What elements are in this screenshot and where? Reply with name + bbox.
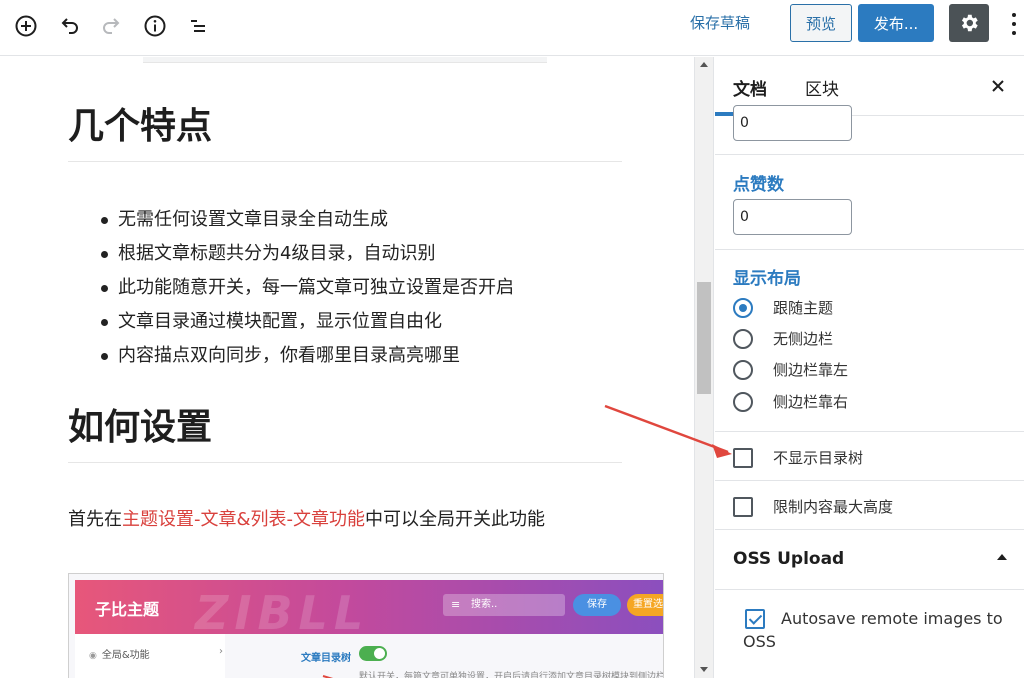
checkbox[interactable] bbox=[733, 447, 753, 468]
paragraph-prefix: 首先在 bbox=[68, 509, 122, 530]
divider bbox=[715, 154, 1024, 155]
checkbox-limit-height[interactable]: 限制内容最大高度 bbox=[733, 496, 893, 517]
previous-block-edge bbox=[143, 57, 547, 63]
number-field-top[interactable] bbox=[733, 105, 852, 141]
editor-canvas: 几个特点 无需任何设置文章目录全自动生成 根据文章标题共分为4级目录，自动识别 … bbox=[0, 57, 694, 678]
radio-sidebar-left[interactable]: 侧边栏靠左 bbox=[733, 359, 848, 380]
divider bbox=[715, 431, 1024, 432]
settings-sidebar: 文档 区块 点赞数 显示布局 跟随主题 无侧边栏 侧边栏靠左 侧边栏靠右 不显示… bbox=[715, 57, 1024, 678]
screenshot-toggle bbox=[359, 646, 387, 661]
list-item: 无需任何设置文章目录全自动生成 bbox=[101, 203, 514, 237]
tab-document[interactable]: 文档 bbox=[733, 75, 767, 100]
list-item: 文章目录通过模块配置，显示位置自由化 bbox=[101, 305, 514, 339]
chevron-up-icon[interactable] bbox=[997, 554, 1007, 560]
radio-label: 侧边栏靠右 bbox=[773, 393, 849, 411]
embedded-screenshot-image[interactable]: ZIBLL 子比主题 搜索.. 保存 重置选 全局&功能 › 文章目录树 默认开… bbox=[68, 573, 664, 678]
radio-sidebar-right[interactable]: 侧边栏靠右 bbox=[733, 391, 848, 412]
close-icon[interactable] bbox=[991, 73, 1011, 97]
autosave-label: Autosave remote images to OSS bbox=[743, 609, 1003, 651]
preview-button[interactable]: 预览 bbox=[790, 4, 852, 42]
gear-icon bbox=[961, 14, 978, 32]
checkbox[interactable] bbox=[733, 496, 753, 517]
divider bbox=[715, 480, 1024, 481]
settings-path-link[interactable]: 主题设置-文章&列表-文章功能 bbox=[122, 509, 365, 530]
features-list[interactable]: 无需任何设置文章目录全自动生成 根据文章标题共分为4级目录，自动识别 此功能随意… bbox=[101, 203, 514, 373]
more-options-button[interactable] bbox=[1006, 10, 1022, 38]
list-view-icon[interactable] bbox=[184, 12, 212, 40]
publish-button[interactable]: 发布... bbox=[858, 4, 934, 42]
scroll-down-icon[interactable] bbox=[700, 667, 708, 672]
screenshot-title: 子比主题 bbox=[95, 600, 160, 619]
setup-paragraph[interactable]: 首先在主题设置-文章&列表-文章功能中可以全局开关此功能 bbox=[68, 505, 545, 531]
heading-how-to-set[interactable]: 如何设置 bbox=[68, 406, 622, 463]
screenshot-reset-button: 重置选 bbox=[627, 594, 663, 616]
likes-label: 点赞数 bbox=[733, 175, 784, 195]
radio-label: 侧边栏靠左 bbox=[773, 361, 849, 379]
plus-circle-icon[interactable] bbox=[12, 12, 40, 40]
chevron-right-icon: › bbox=[219, 646, 223, 657]
info-icon[interactable] bbox=[141, 12, 169, 40]
paragraph-suffix: 中可以全局开关此功能 bbox=[365, 509, 546, 530]
checkbox-label: 限制内容最大高度 bbox=[773, 498, 894, 516]
screenshot-banner: ZIBLL 子比主题 搜索.. 保存 重置选 bbox=[75, 580, 663, 640]
radio-button[interactable] bbox=[733, 391, 753, 412]
editor-toolbar: 保存草稿 预览 发布... bbox=[0, 0, 1024, 56]
checkbox-hide-toc[interactable]: 不显示目录树 bbox=[733, 447, 863, 468]
redo-icon[interactable] bbox=[98, 12, 126, 40]
layout-label: 显示布局 bbox=[733, 269, 801, 289]
divider bbox=[715, 529, 1024, 530]
likes-input[interactable] bbox=[733, 199, 852, 235]
screenshot-sidebar: 全局&功能 › bbox=[75, 634, 225, 678]
radio-no-sidebar[interactable]: 无侧边栏 bbox=[733, 328, 833, 349]
list-item: 此功能随意开关，每一篇文章可独立设置是否开启 bbox=[101, 271, 514, 305]
editor-scrollbar[interactable] bbox=[694, 57, 714, 678]
checkbox-label: 不显示目录树 bbox=[773, 449, 864, 467]
radio-button[interactable] bbox=[733, 359, 753, 380]
screenshot-sidebar-item: 全局&功能 bbox=[89, 646, 150, 661]
screenshot-arrow-icon bbox=[322, 675, 334, 678]
scroll-thumb[interactable] bbox=[697, 282, 711, 394]
list-item: 根据文章标题共分为4级目录，自动识别 bbox=[101, 237, 514, 271]
save-draft-button[interactable]: 保存草稿 bbox=[690, 12, 750, 34]
radio-button[interactable] bbox=[733, 328, 753, 349]
undo-icon[interactable] bbox=[55, 12, 83, 40]
divider bbox=[715, 249, 1024, 250]
scroll-up-icon[interactable] bbox=[700, 62, 708, 67]
divider bbox=[715, 589, 1024, 590]
screenshot-option-label: 文章目录树 bbox=[301, 653, 351, 664]
screenshot-search: 搜索.. bbox=[443, 594, 565, 616]
list-item: 内容描点双向同步，你看哪里目录高亮哪里 bbox=[101, 339, 514, 373]
more-vertical-icon bbox=[1012, 13, 1016, 17]
radio-label: 无侧边栏 bbox=[773, 330, 834, 348]
heading-features[interactable]: 几个特点 bbox=[68, 105, 622, 162]
radio-follow-theme[interactable]: 跟随主题 bbox=[733, 297, 833, 318]
tab-block[interactable]: 区块 bbox=[805, 75, 839, 100]
settings-button[interactable] bbox=[949, 4, 989, 42]
radio-label: 跟随主题 bbox=[773, 299, 834, 317]
oss-upload-panel-title[interactable]: OSS Upload bbox=[733, 549, 844, 569]
screenshot-save-button: 保存 bbox=[573, 594, 621, 616]
screenshot-option-desc: 默认开关，每篇文章可单独设置，开启后请自行添加文章目录树模块到侧边栏 bbox=[359, 672, 664, 678]
radio-button[interactable] bbox=[733, 297, 753, 318]
screenshot-watermark: ZIBLL bbox=[195, 586, 370, 640]
